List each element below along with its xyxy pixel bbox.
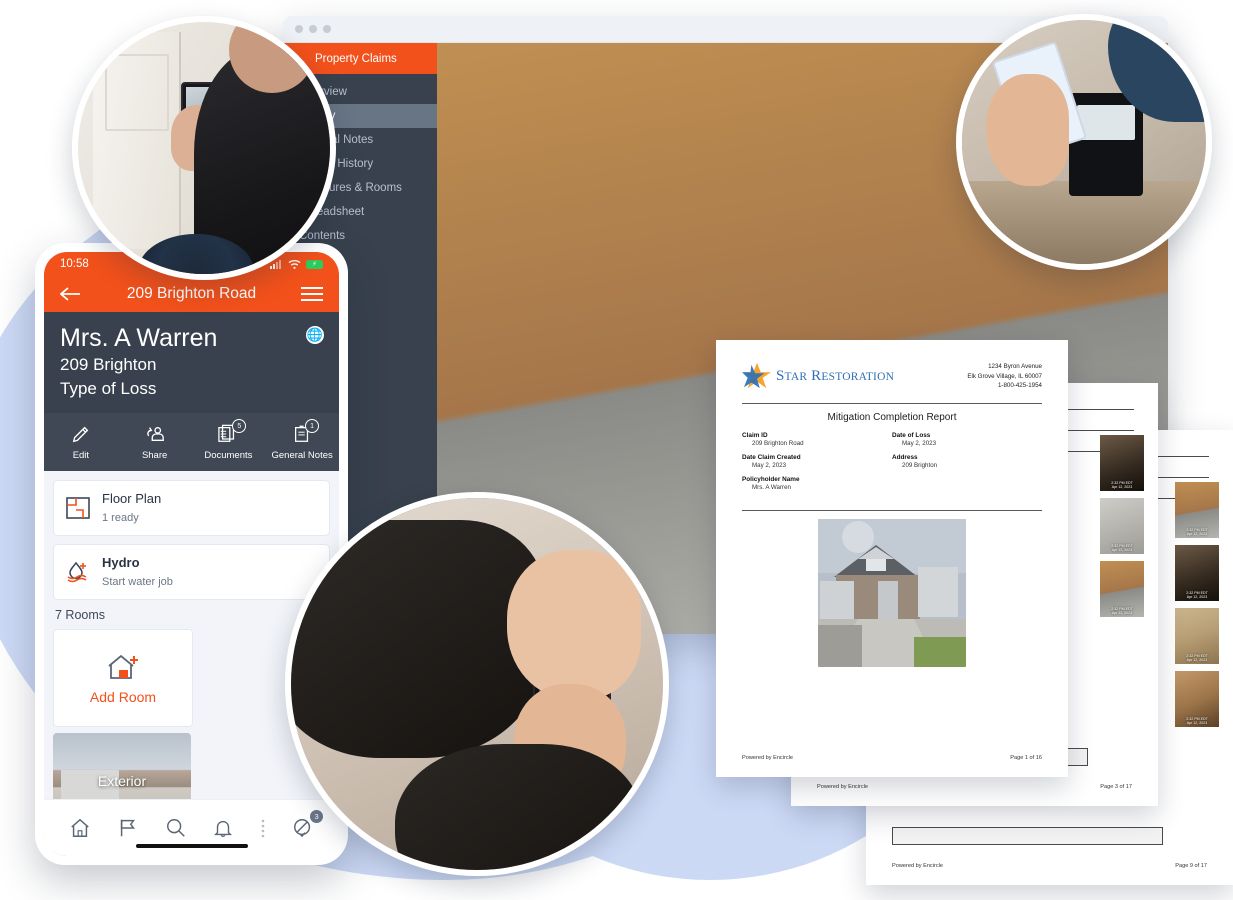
card-title: Floor Plan (102, 491, 162, 507)
claim-address: 209 Brighton (60, 354, 157, 374)
meta-key: Date of Loss (892, 432, 931, 440)
meta-key: Date Claim Created (742, 454, 801, 462)
meta-key: Policyholder Name (742, 476, 800, 484)
notes-icon: 1 (292, 419, 320, 445)
add-home-icon (105, 652, 141, 682)
company-name: STAR RESTORATION (776, 367, 895, 384)
company-logo: STAR RESTORATION (742, 362, 894, 390)
company-phone: 1-800-425-1954 (997, 382, 1042, 390)
add-room-label: Add Room (89, 688, 157, 705)
report-rule (742, 510, 1042, 512)
action-label: Documents (204, 450, 253, 462)
report-cover-photo[interactable] (818, 519, 966, 668)
photo-circle-phone-capture (285, 492, 669, 876)
documents-count-badge: 5 (232, 419, 247, 434)
action-label: Share (141, 450, 168, 462)
composite-scene: ← Property Claims Overview Activity Gene… (0, 0, 1233, 900)
meta-value: May 2, 2023 (752, 462, 787, 470)
bell-icon[interactable] (212, 817, 234, 839)
policyholder-name: Mrs. A Warren (60, 324, 218, 352)
report-photo[interactable]: 2:32 PM EDT Apr 12, 2023 (1100, 435, 1144, 491)
room-tile-label: Exterior (97, 773, 147, 790)
footer-page-number: Page 1 of 16 (1010, 755, 1042, 761)
address-line: 1234 Byron Avenue (988, 363, 1042, 370)
water-drop-icon (65, 560, 91, 584)
footer-powered-by: Powered by Encircle (817, 784, 868, 790)
claim-hero: Mrs. A Warren 209 Brighton Type of Loss … (44, 312, 339, 414)
photo-circle-moisture-reading (72, 16, 336, 280)
phone-nav-title: 209 Brighton Road (126, 285, 257, 302)
floorplan-icon (65, 496, 91, 520)
card-subtitle: Start water job (102, 576, 173, 589)
report-photo[interactable]: 2:32 PM EDT Apr 12, 2023 (1175, 608, 1219, 664)
photo-date: Apr 12, 2023 (1111, 548, 1133, 553)
photo-date: Apr 12, 2023 (1186, 658, 1208, 663)
action-share[interactable]: Share (118, 423, 192, 462)
report-photo-strip: 2:32 PM EDT Apr 12, 2023 2:32 PM EDT Apr 1… (1100, 435, 1144, 617)
meta-value: 209 Brighton Road (752, 440, 804, 448)
globe-icon[interactable]: 🌐 (306, 326, 324, 344)
share-icon (144, 423, 166, 445)
photo-date: Apr 12, 2023 (1186, 595, 1208, 600)
rooms-count: 7 Rooms (55, 608, 106, 623)
claim-loss-type: Type of Loss (60, 378, 157, 398)
report-photo[interactable]: 2:32 PM EDT Apr 12, 2023 (1100, 561, 1144, 617)
footer-powered-by: Powered by Encircle (892, 863, 943, 869)
report-footer: Powered by Encircle Page 1 of 16 (742, 755, 1042, 761)
hamburger-menu-icon[interactable] (300, 287, 323, 301)
flag-icon[interactable] (117, 817, 139, 839)
report-field-box (892, 827, 1163, 845)
photo-date: Apr 12, 2023 (1186, 721, 1208, 726)
footer-page-number: Page 3 of 17 (1100, 784, 1132, 790)
meta-value: Mrs. A Warren (752, 484, 791, 492)
photo-date: Apr 12, 2023 (1111, 611, 1133, 616)
action-label: Edit (72, 450, 90, 462)
meta-key: Address (892, 454, 918, 462)
card-title: Hydro (102, 555, 140, 571)
meta-key: Claim ID (742, 432, 768, 440)
report-photo-strip: 2:32 PM EDT Apr 12, 2023 2:32 PM EDT Apr 1… (1175, 482, 1219, 727)
report-photo[interactable]: 2:32 PM EDT Apr 12, 2023 (1175, 482, 1219, 538)
report-rule (742, 402, 1042, 405)
meta-value: 209 Brighton (902, 462, 938, 470)
hydro-card[interactable]: Hydro Start water job (53, 544, 330, 601)
home-icon[interactable] (69, 817, 91, 839)
phone-nav-bar: 209 Brighton Road (44, 276, 339, 312)
more-dots-icon[interactable] (260, 817, 266, 839)
report-page-1[interactable]: STAR RESTORATION 1234 Byron Avenue Elk G… (716, 340, 1068, 777)
action-edit[interactable]: Edit (44, 423, 118, 462)
report-photo[interactable]: 2:32 PM EDT Apr 12, 2023 (1100, 498, 1144, 554)
add-room-button[interactable]: Add Room (53, 629, 193, 728)
home-indicator (135, 844, 248, 848)
meta-value: May 2, 2023 (902, 440, 937, 448)
report-footer: Powered by Encircle Page 3 of 17 (817, 784, 1132, 790)
action-general-notes[interactable]: 1 General Notes (265, 419, 339, 462)
star-logo-icon (742, 362, 772, 390)
footer-page-number: Page 9 of 17 (1175, 863, 1207, 869)
company-address: 1234 Byron Avenue Elk Grove Village, IL … (967, 362, 1042, 391)
photo-date: Apr 12, 2023 (1186, 532, 1208, 537)
photo-circle-equipment-scan (956, 14, 1212, 270)
notes-count-badge: 1 (305, 419, 320, 434)
quick-action-bar: Edit Share 5 Documents 1 General Notes (44, 413, 339, 472)
address-line: Elk Grove Village, IL 60007 (967, 372, 1042, 380)
report-title: Mitigation Completion Report (827, 412, 957, 424)
report-footer: Powered by Encircle Page 9 of 17 (892, 863, 1207, 869)
photo-date: Apr 12, 2023 (1111, 485, 1133, 490)
floor-plan-card[interactable]: Floor Plan 1 ready (53, 480, 330, 537)
report-photo[interactable]: 2:32 PM EDT Apr 12, 2023 (1175, 545, 1219, 601)
card-subtitle: 1 ready (102, 512, 139, 525)
documents-icon: 5 (217, 419, 247, 445)
search-icon[interactable] (165, 817, 187, 839)
report-meta-grid: Claim ID 209 Brighton Road Date of Loss … (742, 432, 1042, 498)
report-photo[interactable]: 2:32 PM EDT Apr 12, 2023 (1175, 671, 1219, 727)
footer-powered-by: Powered by Encircle (742, 755, 793, 761)
pencil-icon (71, 423, 91, 445)
phone-back-icon[interactable] (60, 286, 82, 302)
action-label: General Notes (271, 450, 333, 462)
action-documents[interactable]: 5 Documents (192, 419, 266, 462)
